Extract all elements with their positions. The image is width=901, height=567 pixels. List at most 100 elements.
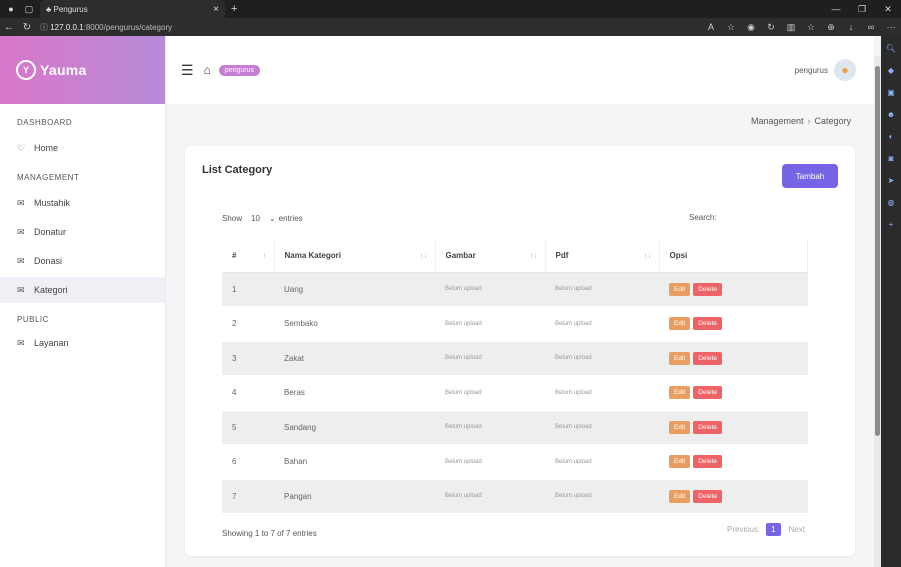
- sidebar-item-layanan[interactable]: ✉ Layanan: [0, 330, 165, 356]
- column-header-name[interactable]: Nama Kategori ↑↓: [274, 240, 436, 273]
- favorites-icon[interactable]: ☆: [801, 22, 821, 33]
- sort-icon: ↑: [262, 251, 267, 261]
- tab-actions-icon[interactable]: ▢: [22, 2, 36, 16]
- brand-header[interactable]: Y Yauma: [0, 36, 165, 104]
- edit-button[interactable]: Edit: [669, 386, 691, 400]
- browser-tab-bar: ● ▢ ♣ Pengurus × + — ❐ ✕: [0, 0, 901, 18]
- cell-gambar: Belum upload: [435, 375, 545, 411]
- next-page-button[interactable]: Next: [784, 522, 810, 537]
- cell-number: 7: [222, 479, 274, 514]
- column-header-gambar[interactable]: Gambar ↑↓: [435, 240, 546, 273]
- cell-pdf: Belum upload: [545, 375, 659, 411]
- minimize-icon[interactable]: —: [823, 4, 849, 15]
- tab-close-icon[interactable]: ×: [213, 4, 219, 15]
- cell-pdf: Belum upload: [545, 272, 659, 307]
- table-row: 6 Bahan Belum upload Belum upload Edit De…: [222, 444, 808, 480]
- cell-actions: Edit Delete: [659, 375, 808, 411]
- refresh-extension-icon[interactable]: ↻: [761, 22, 781, 33]
- edit-button[interactable]: Edit: [669, 317, 691, 331]
- delete-button[interactable]: Delete: [693, 386, 722, 400]
- people-icon[interactable]: ☻: [884, 110, 898, 124]
- mail-icon: ✉: [17, 197, 25, 208]
- delete-button[interactable]: Delete: [693, 282, 722, 296]
- copilot-side-icon[interactable]: ◐: [884, 132, 898, 146]
- extension-icon[interactable]: ◉: [741, 22, 761, 33]
- search-icon[interactable]: 🔍︎: [884, 44, 898, 58]
- url-field[interactable]: ⓘ 127.0.0.1 :8000/pengurus/category: [40, 22, 172, 33]
- briefcase-icon[interactable]: ▣: [884, 88, 898, 102]
- menu-toggle-icon[interactable]: ☰: [181, 62, 194, 79]
- maximize-icon[interactable]: ❐: [849, 4, 875, 15]
- top-navbar: ☰ ⌂ pengurus pengurus ●: [166, 36, 874, 104]
- delete-button[interactable]: Delete: [693, 317, 722, 331]
- refresh-icon[interactable]: ↻: [18, 22, 36, 33]
- cell-number: 1: [222, 272, 274, 307]
- cell-gambar: Belum upload: [435, 272, 545, 307]
- add-category-button[interactable]: Tambah: [782, 164, 838, 188]
- current-page-button[interactable]: 1: [766, 523, 781, 536]
- entries-select[interactable]: 10: [248, 213, 263, 224]
- delete-button[interactable]: Delete: [693, 420, 722, 434]
- cell-actions: Edit Delete: [659, 479, 808, 514]
- card-title: List Category: [202, 164, 273, 176]
- more-icon[interactable]: ⋯: [881, 22, 901, 33]
- previous-page-button[interactable]: Previous: [722, 522, 763, 537]
- cell-name: Sandang: [274, 410, 435, 445]
- edit-button[interactable]: Edit: [669, 351, 691, 365]
- sidebar-item-label: Donatur: [34, 227, 67, 237]
- send-icon[interactable]: ➤: [884, 176, 898, 190]
- spotify-icon[interactable]: ◍: [884, 198, 898, 212]
- outlook-icon[interactable]: ◙: [884, 154, 898, 168]
- tag-icon[interactable]: ◆: [884, 66, 898, 80]
- lightbulb-icon: ♡: [17, 142, 26, 153]
- sidebar-item-donasi[interactable]: ✉ Donasi: [0, 248, 165, 274]
- profile-icon[interactable]: ●: [4, 2, 18, 16]
- home-icon[interactable]: ⌂: [204, 63, 211, 77]
- sidebar-item-kategori[interactable]: ✉ Kategori: [0, 277, 165, 303]
- browser-tab[interactable]: ♣ Pengurus ×: [40, 0, 225, 18]
- close-window-icon[interactable]: ✕: [875, 4, 901, 15]
- cell-name: Bahan: [274, 444, 435, 480]
- column-header-pdf[interactable]: Pdf ↑↓: [545, 240, 660, 273]
- category-table: # ↑ Nama Kategori ↑↓ Gambar ↑↓ Pdf ↑↓ Opsi 1…: [222, 240, 808, 514]
- scrollbar-thumb[interactable]: [875, 66, 880, 436]
- user-name[interactable]: pengurus: [795, 66, 828, 75]
- sidebar-item-home[interactable]: ♡ Home: [0, 135, 165, 161]
- read-aloud-icon[interactable]: A: [701, 22, 721, 32]
- back-icon[interactable]: ←: [0, 22, 18, 33]
- delete-button[interactable]: Delete: [693, 351, 722, 365]
- delete-button[interactable]: Delete: [693, 455, 722, 469]
- column-header-number[interactable]: # ↑: [222, 240, 275, 273]
- add-icon[interactable]: +: [884, 220, 898, 234]
- table-row: 2 Sembako Belum upload Belum upload Edit…: [222, 306, 808, 342]
- mail-icon: ✉: [17, 255, 25, 266]
- entries-length-control: Show 10 ⌄ entries: [222, 213, 303, 224]
- tab-title: Pengurus: [53, 4, 88, 14]
- browser-side-panel: 🔍︎ ◆ ▣ ☻ ◐ ◙ ➤ ◍ +: [881, 36, 901, 567]
- table-header-row: # ↑ Nama Kategori ↑↓ Gambar ↑↓ Pdf ↑↓ Opsi: [222, 240, 808, 273]
- cell-gambar: Belum upload: [435, 444, 545, 480]
- copilot-icon[interactable]: ∞: [861, 22, 881, 32]
- sidebar-item-donatur[interactable]: ✉ Donatur: [0, 219, 165, 245]
- sidebar-item-mustahik[interactable]: ✉ Mustahik: [0, 190, 165, 216]
- breadcrumb-parent[interactable]: Management: [751, 116, 804, 126]
- table-row: 1 Uang Belum upload Belum upload Edit Del…: [222, 272, 808, 307]
- edit-button[interactable]: Edit: [669, 282, 691, 296]
- edit-button[interactable]: Edit: [669, 455, 691, 469]
- sidebar-section-management: MANAGEMENT: [17, 173, 80, 182]
- avatar[interactable]: ●: [834, 59, 856, 81]
- page-scrollbar[interactable]: [874, 56, 881, 567]
- favorite-star-icon[interactable]: ☆: [721, 22, 741, 33]
- download-icon[interactable]: ↓: [841, 22, 861, 32]
- edit-button[interactable]: Edit: [669, 420, 691, 434]
- cell-actions: Edit Delete: [659, 410, 808, 445]
- chevron-down-icon[interactable]: ⌄: [269, 214, 276, 223]
- edit-button[interactable]: Edit: [669, 489, 691, 503]
- new-tab-icon[interactable]: +: [231, 3, 237, 15]
- collections-icon[interactable]: ⊕: [821, 22, 841, 33]
- info-icon[interactable]: ⓘ: [40, 22, 50, 33]
- delete-button[interactable]: Delete: [693, 489, 722, 503]
- cell-number: 5: [222, 410, 274, 445]
- cell-gambar: Belum upload: [435, 341, 545, 376]
- split-screen-icon[interactable]: ▥: [781, 22, 801, 33]
